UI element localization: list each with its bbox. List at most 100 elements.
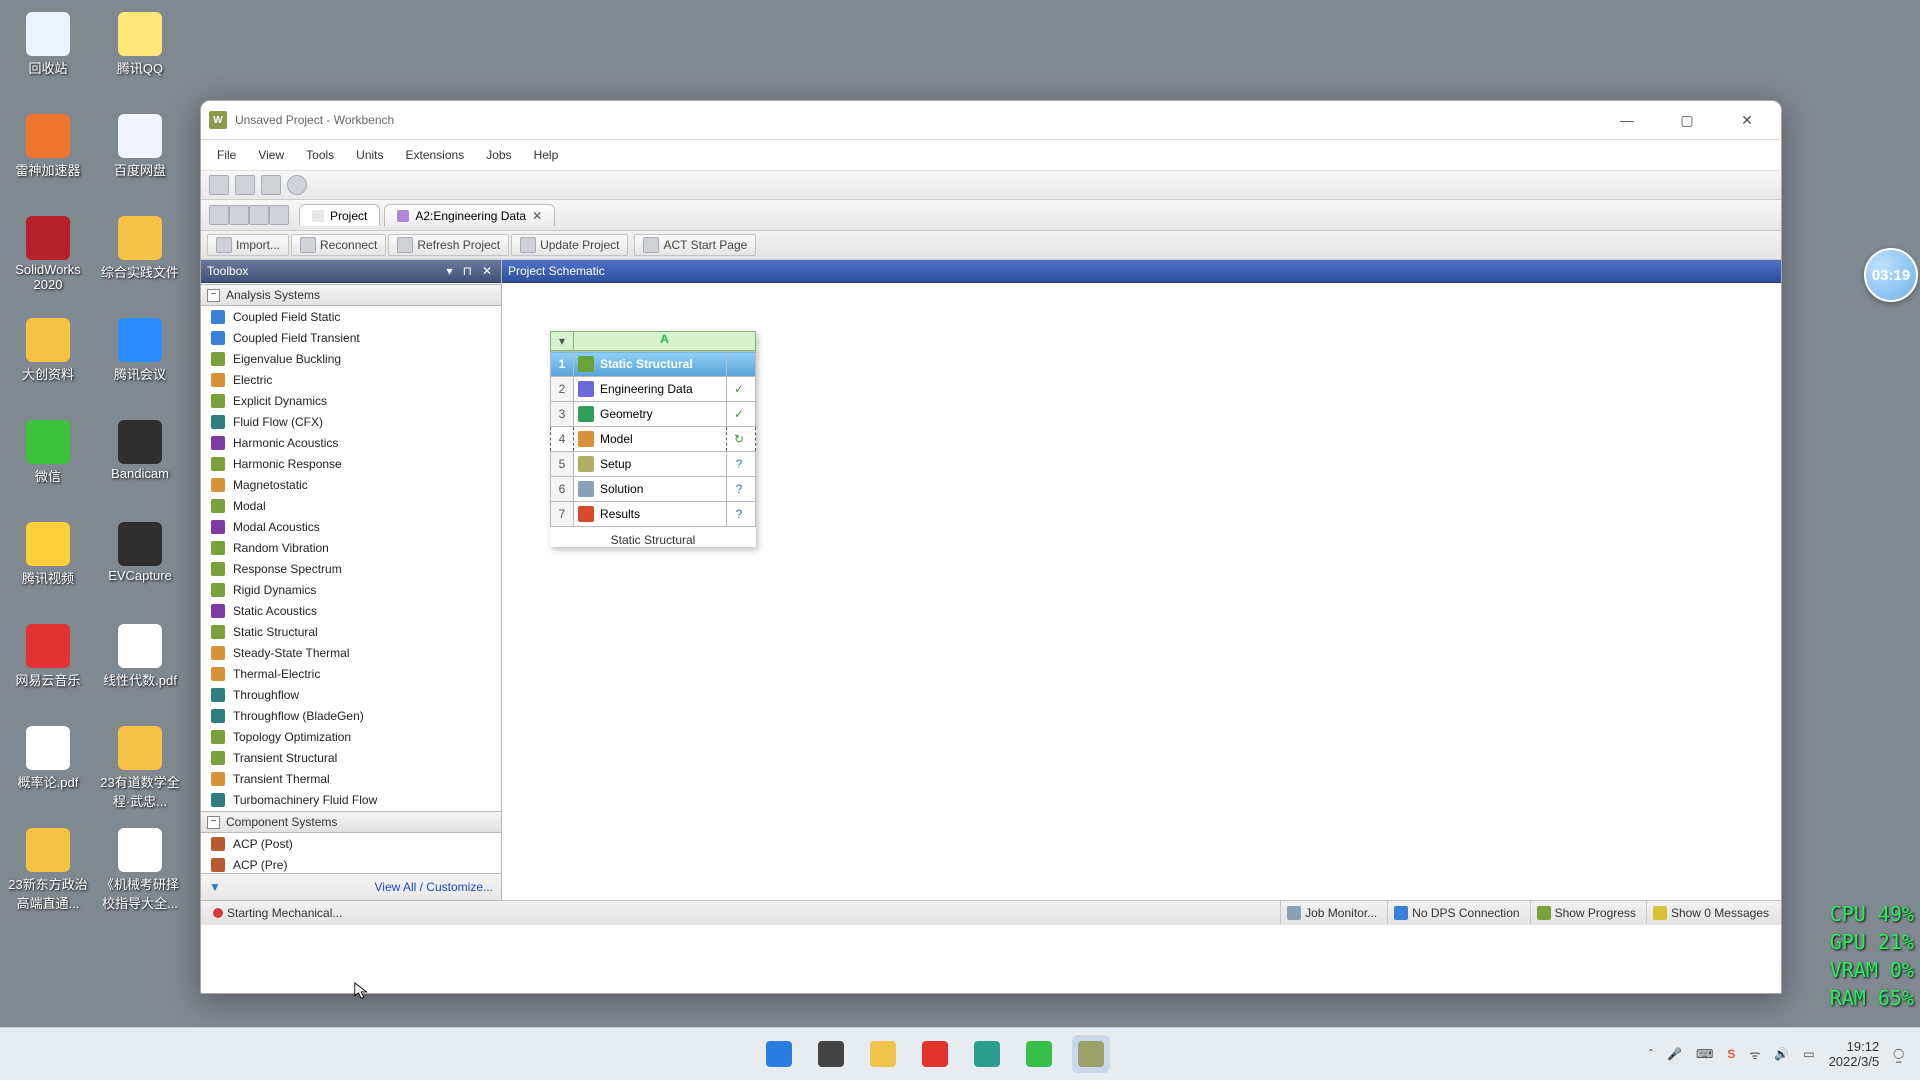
system-cell-solution[interactable]: 6Solution? bbox=[551, 477, 756, 502]
desktop-icon[interactable]: 《机械考研择校指导大全... bbox=[96, 824, 184, 924]
system-cell-static-structural[interactable]: 1Static Structural bbox=[551, 352, 756, 377]
toolbtn-reconnect[interactable]: Reconnect bbox=[291, 234, 386, 256]
tray-mic-icon[interactable]: 🎤 bbox=[1667, 1047, 1682, 1061]
toolbox-item[interactable]: Electric bbox=[201, 369, 501, 390]
desktop-icon[interactable]: 微信 bbox=[4, 416, 92, 516]
desktop-icon[interactable]: 线性代数.pdf bbox=[96, 620, 184, 720]
toolbar-icon[interactable] bbox=[209, 205, 229, 225]
toolbtn-act-start-page[interactable]: ACT Start Page bbox=[634, 234, 756, 256]
system-cell-model[interactable]: 4Model↻ bbox=[551, 427, 756, 452]
toolbox-item[interactable]: Rigid Dynamics bbox=[201, 579, 501, 600]
taskbar-app[interactable] bbox=[1020, 1035, 1058, 1073]
toolbox-item[interactable]: Explicit Dynamics bbox=[201, 390, 501, 411]
toolbox-item[interactable]: Fluid Flow (CFX) bbox=[201, 411, 501, 432]
desktop-icon[interactable]: 百度网盘 bbox=[96, 110, 184, 210]
tray-volume-icon[interactable]: 🔊 bbox=[1774, 1047, 1789, 1061]
show-messages-button[interactable]: Show 0 Messages bbox=[1646, 901, 1775, 925]
toolbox-item[interactable]: ACP (Pre) bbox=[201, 854, 501, 873]
menu-extensions[interactable]: Extensions bbox=[406, 148, 465, 162]
toolbar-icon[interactable] bbox=[229, 205, 249, 225]
toolbox-item[interactable]: Magnetostatic bbox=[201, 474, 501, 495]
job-monitor-button[interactable]: Job Monitor... bbox=[1280, 901, 1383, 925]
system-cell-engineering-data[interactable]: 2Engineering Data✓ bbox=[551, 377, 756, 402]
system-tray[interactable]: ˆ 🎤 ⌨ S ᯤ 🔊 ▭ 19:12 2022/3/5 ⍜ bbox=[1649, 1039, 1920, 1069]
menu-view[interactable]: View bbox=[258, 148, 284, 162]
toolbtn-update-project[interactable]: Update Project bbox=[511, 234, 628, 256]
menu-jobs[interactable]: Jobs bbox=[486, 148, 511, 162]
tray-notification-icon[interactable]: ⍜ bbox=[1893, 1044, 1904, 1065]
desktop-icon[interactable]: 大创资料 bbox=[4, 314, 92, 414]
tray-chevron-icon[interactable]: ˆ bbox=[1649, 1047, 1653, 1061]
taskbar-app[interactable] bbox=[760, 1035, 798, 1073]
tray-wifi-icon[interactable]: ᯤ bbox=[1749, 1046, 1760, 1063]
toolbar-icon[interactable] bbox=[209, 175, 229, 195]
dps-status[interactable]: No DPS Connection bbox=[1387, 901, 1525, 925]
toolbox-item[interactable]: Static Structural bbox=[201, 621, 501, 642]
minimize-button[interactable]: — bbox=[1609, 112, 1645, 129]
toolbar-icon[interactable] bbox=[269, 205, 289, 225]
tab-project[interactable]: Project bbox=[299, 204, 380, 226]
toolbox-item[interactable]: Throughflow (BladeGen) bbox=[201, 705, 501, 726]
toolbox-item[interactable]: Harmonic Response bbox=[201, 453, 501, 474]
taskbar-app[interactable] bbox=[916, 1035, 954, 1073]
desktop-icon[interactable]: 23有道数学全程·武忠... bbox=[96, 722, 184, 822]
toolbox-item[interactable]: Random Vibration bbox=[201, 537, 501, 558]
menu-file[interactable]: File bbox=[217, 148, 236, 162]
panel-pin-icon[interactable]: ⊓ bbox=[460, 264, 475, 278]
close-button[interactable]: ✕ bbox=[1729, 112, 1765, 129]
maximize-button[interactable]: ▢ bbox=[1669, 112, 1705, 129]
toolbox-item[interactable]: Throughflow bbox=[201, 684, 501, 705]
desktop-icon[interactable]: EVCapture bbox=[96, 518, 184, 618]
overlay-timer[interactable]: 03:19 bbox=[1864, 248, 1918, 302]
show-progress-button[interactable]: Show Progress bbox=[1530, 901, 1642, 925]
taskbar-app[interactable] bbox=[968, 1035, 1006, 1073]
toolbox-item[interactable]: Transient Thermal bbox=[201, 768, 501, 789]
desktop-icon[interactable]: 雷神加速器 bbox=[4, 110, 92, 210]
toolbox-item[interactable]: Coupled Field Static bbox=[201, 306, 501, 327]
toolbox-item[interactable]: Transient Structural bbox=[201, 747, 501, 768]
system-cell-geometry[interactable]: 3Geometry✓ bbox=[551, 402, 756, 427]
toolbox-item[interactable]: Modal bbox=[201, 495, 501, 516]
toolbox-item[interactable]: Topology Optimization bbox=[201, 726, 501, 747]
desktop-icon[interactable]: 回收站 bbox=[4, 8, 92, 108]
toolbox-viewall-link[interactable]: View All / Customize... bbox=[375, 880, 494, 894]
desktop-icon[interactable]: 网易云音乐 bbox=[4, 620, 92, 720]
system-menu-icon[interactable]: ▾ bbox=[551, 332, 574, 350]
toolbox-item[interactable]: Thermal-Electric bbox=[201, 663, 501, 684]
toolbox-item[interactable]: Response Spectrum bbox=[201, 558, 501, 579]
toolbox-item[interactable]: Steady-State Thermal bbox=[201, 642, 501, 663]
desktop-icon[interactable]: 综合实践文件 bbox=[96, 212, 184, 312]
toolbar-icon[interactable] bbox=[235, 175, 255, 195]
toolbox-group-analysis-systems[interactable]: −Analysis Systems bbox=[201, 284, 501, 306]
desktop-icon[interactable]: 腾讯QQ bbox=[96, 8, 184, 108]
system-cell-results[interactable]: 7Results? bbox=[551, 502, 756, 527]
toolbox-item[interactable]: Static Acoustics bbox=[201, 600, 501, 621]
desktop-icon[interactable]: Bandicam bbox=[96, 416, 184, 516]
taskbar-app[interactable] bbox=[812, 1035, 850, 1073]
toolbox-item[interactable]: Modal Acoustics bbox=[201, 516, 501, 537]
toolbtn-import-[interactable]: Import... bbox=[207, 234, 289, 256]
toolbox-item[interactable]: ACP (Post) bbox=[201, 833, 501, 854]
desktop-icon[interactable]: 概率论.pdf bbox=[4, 722, 92, 822]
taskbar-clock[interactable]: 19:12 2022/3/5 bbox=[1829, 1039, 1880, 1069]
panel-close-icon[interactable]: ✕ bbox=[479, 264, 495, 278]
toolbox-item[interactable]: Eigenvalue Buckling bbox=[201, 348, 501, 369]
tray-ime-icon[interactable]: ⌨ bbox=[1696, 1047, 1713, 1061]
menu-help[interactable]: Help bbox=[534, 148, 559, 162]
toolbtn-refresh-project[interactable]: Refresh Project bbox=[388, 234, 509, 256]
toolbar-icon[interactable] bbox=[287, 175, 307, 195]
desktop-icon[interactable]: 腾讯视频 bbox=[4, 518, 92, 618]
filter-icon[interactable]: ▼ bbox=[209, 880, 221, 894]
toolbox-item[interactable]: Coupled Field Transient bbox=[201, 327, 501, 348]
tab-a2-engineering-data[interactable]: A2:Engineering Data✕ bbox=[384, 204, 555, 226]
system-cell-setup[interactable]: 5Setup? bbox=[551, 452, 756, 477]
toolbar-icon[interactable] bbox=[261, 175, 281, 195]
taskbar-app[interactable] bbox=[1072, 1035, 1110, 1073]
toolbox-item[interactable]: Harmonic Acoustics bbox=[201, 432, 501, 453]
system-name-label[interactable]: Static Structural bbox=[550, 533, 756, 547]
titlebar[interactable]: W Unsaved Project - Workbench — ▢ ✕ bbox=[201, 101, 1781, 140]
menu-units[interactable]: Units bbox=[356, 148, 383, 162]
tray-battery-icon[interactable]: ▭ bbox=[1803, 1047, 1814, 1061]
menu-tools[interactable]: Tools bbox=[306, 148, 334, 162]
taskbar-app[interactable] bbox=[864, 1035, 902, 1073]
